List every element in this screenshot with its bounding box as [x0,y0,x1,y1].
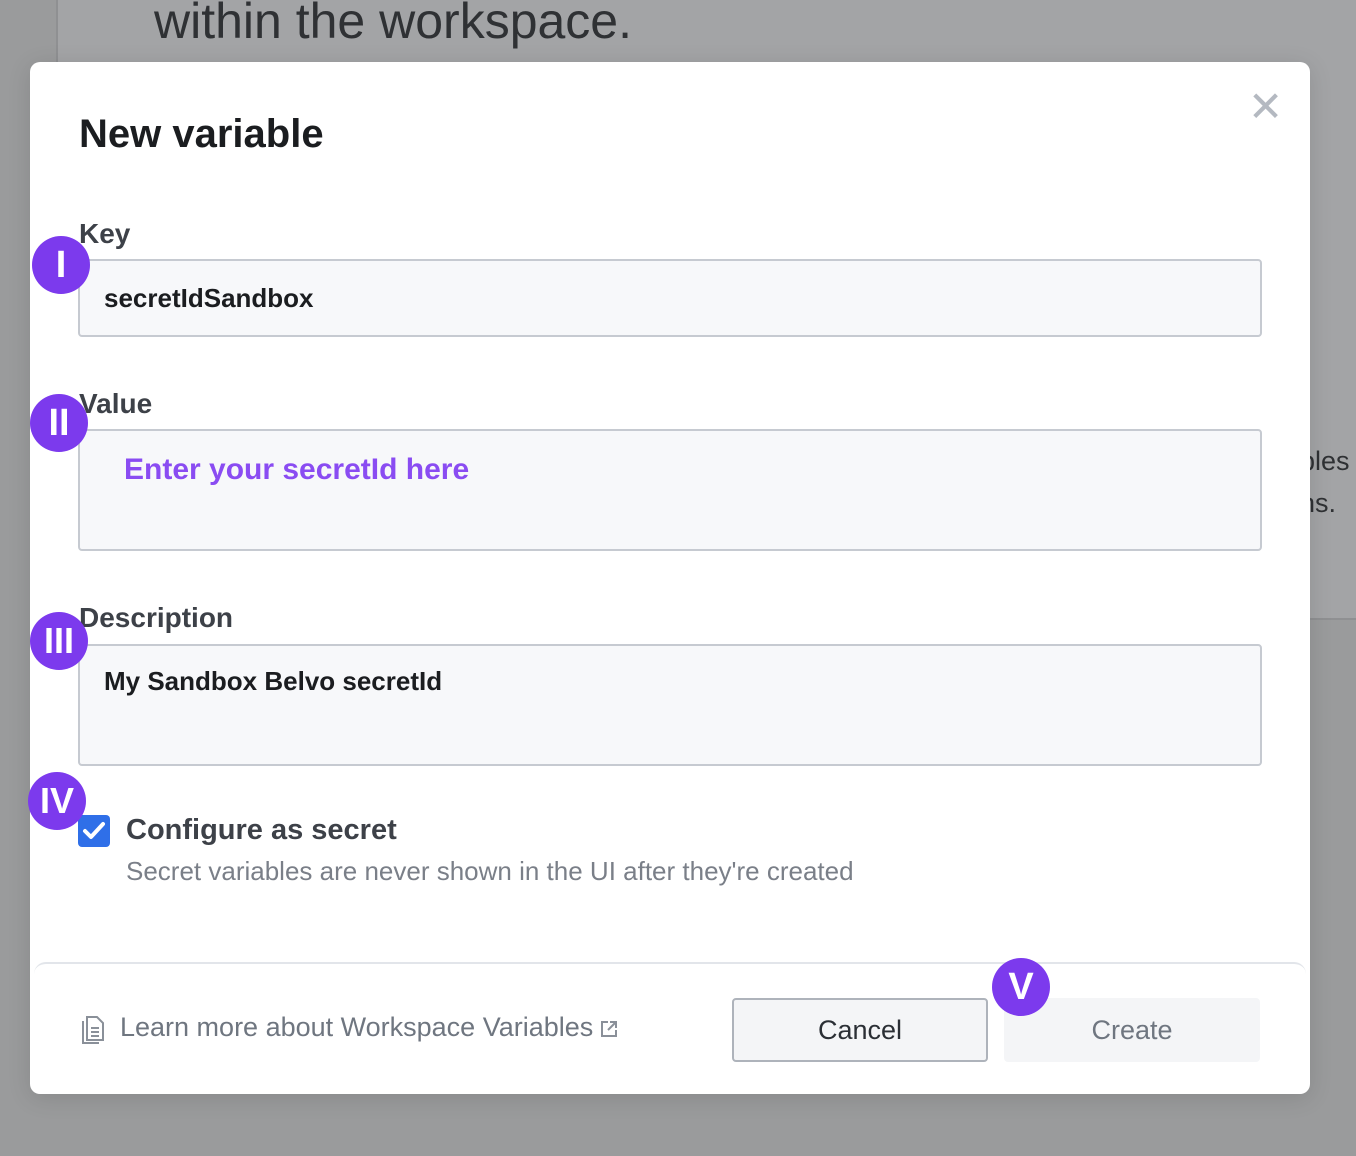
description-textarea[interactable]: My Sandbox Belvo secretId [78,644,1262,766]
annotation-badge-2: II [30,394,88,452]
create-button[interactable]: Create [1004,998,1260,1062]
learn-more-label: Learn more about Workspace Variables [120,1012,594,1042]
description-label: Description [79,602,234,633]
modal-title: New variable [79,112,324,156]
cancel-button[interactable]: Cancel [732,998,988,1062]
value-placeholder: Enter your secretId here [124,453,470,486]
key-value: secretIdSandbox [104,283,314,313]
modal-footer: Learn more about Workspace Variables Can… [34,962,1306,1090]
learn-more-link[interactable]: Learn more about Workspace Variables [120,1012,619,1043]
key-label: Key [79,218,131,249]
checkmark-icon [83,822,105,839]
annotation-badge-4: IV [28,772,86,830]
description-value: My Sandbox Belvo secretId [104,666,443,696]
value-textarea[interactable]: Enter your secretId here [78,429,1262,551]
key-input[interactable]: secretIdSandbox [78,259,1262,337]
annotation-badge-1: I [32,236,90,294]
background-heading: within the workspace. [154,0,633,49]
external-link-icon [601,1020,618,1037]
value-label: Value [79,388,153,419]
secret-checkbox[interactable] [78,815,110,847]
secret-help-text: Secret variables are never shown in the … [126,856,854,886]
secret-checkbox-label[interactable]: Configure as secret [126,814,397,847]
annotation-badge-5: V [992,958,1050,1016]
close-icon[interactable]: ✕ [1248,86,1283,128]
annotation-badge-3: III [30,612,88,670]
document-icon [82,1016,104,1044]
new-variable-modal: ✕ New variable Key secretIdSandbox Value… [30,62,1310,1094]
